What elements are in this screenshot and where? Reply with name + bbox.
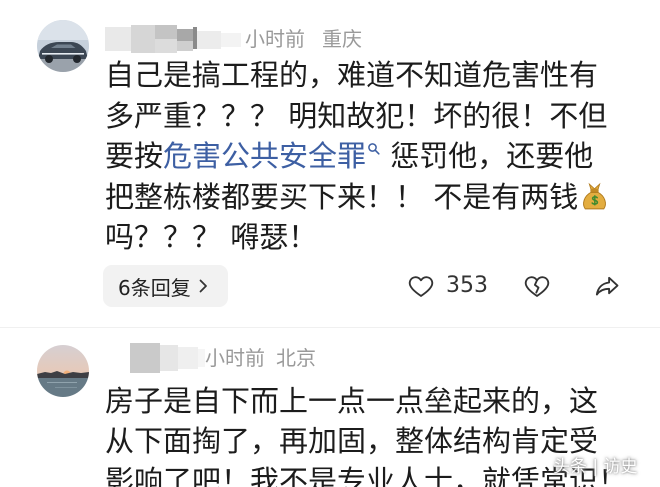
search-icon	[368, 143, 380, 155]
search-keyword-label: 危害公共安全罪	[163, 139, 367, 173]
comment-line: 要按 危害公共安全罪 惩罚他，还要他	[105, 136, 610, 177]
share-arrow-icon	[595, 276, 619, 296]
comment-line-text: 把整栋楼都要买下来！！ 不是有两钱	[105, 179, 579, 214]
mosaic-blur	[105, 25, 241, 53]
money-bag-icon	[579, 181, 610, 212]
comment-text: 自己是搞工程的，难道不知道危害性有 多严重？？？ 明知故犯！坏的很！不但 要按危…	[105, 55, 610, 258]
comment-line: 自己是搞工程的，难道不知道危害性有	[105, 58, 599, 92]
comment-line: 把整栋楼都要买下来！！ 不是有两钱	[105, 177, 610, 218]
view-replies-button[interactable]: 6条回复	[103, 265, 228, 307]
dislike-button[interactable]	[523, 272, 551, 300]
heart-outline-icon	[408, 276, 434, 297]
watermark: 头条 | 访史	[553, 457, 638, 477]
comment-line: 多严重？？？ 明知故犯！坏的很！不但	[105, 98, 608, 133]
username-redacted[interactable]	[130, 343, 205, 373]
chevron-right-icon	[199, 279, 207, 293]
mosaic-blur	[130, 343, 205, 373]
broken-heart-icon	[524, 276, 550, 297]
comment-line-text: 惩罚他，还要他	[381, 139, 594, 173]
comment-time: 小时前	[245, 27, 305, 51]
comment-divider	[0, 327, 660, 328]
replies-label: 6条回复	[118, 275, 191, 300]
comment-time: 小时前	[205, 346, 265, 370]
comment-line: 房子是自下而上一点一点垒起来的，这	[105, 384, 599, 418]
like-button[interactable]	[407, 272, 435, 300]
user-avatar[interactable]	[37, 20, 89, 72]
comment-line-text: 要按	[105, 139, 164, 173]
avatar-image	[37, 345, 89, 397]
comment-line: 吗？？？ 嘚瑟！	[105, 220, 318, 254]
username-redacted[interactable]	[105, 25, 245, 53]
search-keyword-link[interactable]: 危害公共安全罪	[163, 136, 381, 177]
avatar-image	[37, 20, 89, 72]
comment-location: 重庆	[322, 27, 362, 51]
share-button[interactable]	[593, 272, 621, 300]
like-count: 353	[446, 273, 488, 298]
comment-location: 北京	[276, 346, 316, 370]
user-avatar[interactable]	[37, 345, 89, 397]
